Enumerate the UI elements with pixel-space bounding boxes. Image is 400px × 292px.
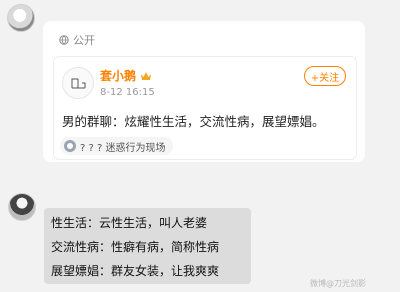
- shared-post-card[interactable]: 公开 套小鹅 8-12 16:15 +关注 男的群聊：炫耀性生活，交流性病，展望…: [43, 21, 365, 162]
- crown-icon: [141, 71, 152, 80]
- avatar-sketch-icon: [71, 78, 86, 89]
- reply-user-avatar[interactable]: [8, 193, 36, 221]
- topic-icon: [64, 140, 76, 152]
- bubble-line: 性生活：云性生活，叫人老婆: [51, 216, 208, 230]
- follow-button[interactable]: +关注: [304, 66, 346, 86]
- embedded-post[interactable]: 套小鹅 8-12 16:15 +关注 男的群聊：炫耀性生活，交流性病，展望嫖娼。…: [53, 56, 357, 160]
- bubble-line: 展望嫖娼：群友女装，让我爽爽: [51, 264, 220, 278]
- bubble-line: 交流性病：性癖有病，简称性病: [51, 240, 220, 254]
- post-text: 男的群聊：炫耀性生活，交流性病，展望嫖娼。: [62, 114, 325, 129]
- chat-bubble: 性生活：云性生活，叫人老婆 交流性病：性癖有病，简称性病 展望嫖娼：群友女装，让…: [44, 208, 251, 284]
- globe-icon: [59, 35, 69, 45]
- post-timestamp: 8-12 16:15: [100, 87, 155, 98]
- topic-chip[interactable]: ? ? ? 迷惑行为现场: [60, 137, 174, 155]
- post-author[interactable]: 套小鹅: [100, 67, 152, 84]
- topic-label[interactable]: ? ? ? 迷惑行为现场: [80, 139, 165, 154]
- user-avatar[interactable]: [7, 4, 35, 32]
- visibility-label: 公开: [73, 34, 95, 47]
- post-author-avatar[interactable]: [62, 67, 94, 99]
- author-name[interactable]: 套小鹅: [100, 67, 136, 84]
- watermark: 微博@刀光剑影: [310, 279, 366, 288]
- visibility-indicator: 公开: [59, 32, 95, 48]
